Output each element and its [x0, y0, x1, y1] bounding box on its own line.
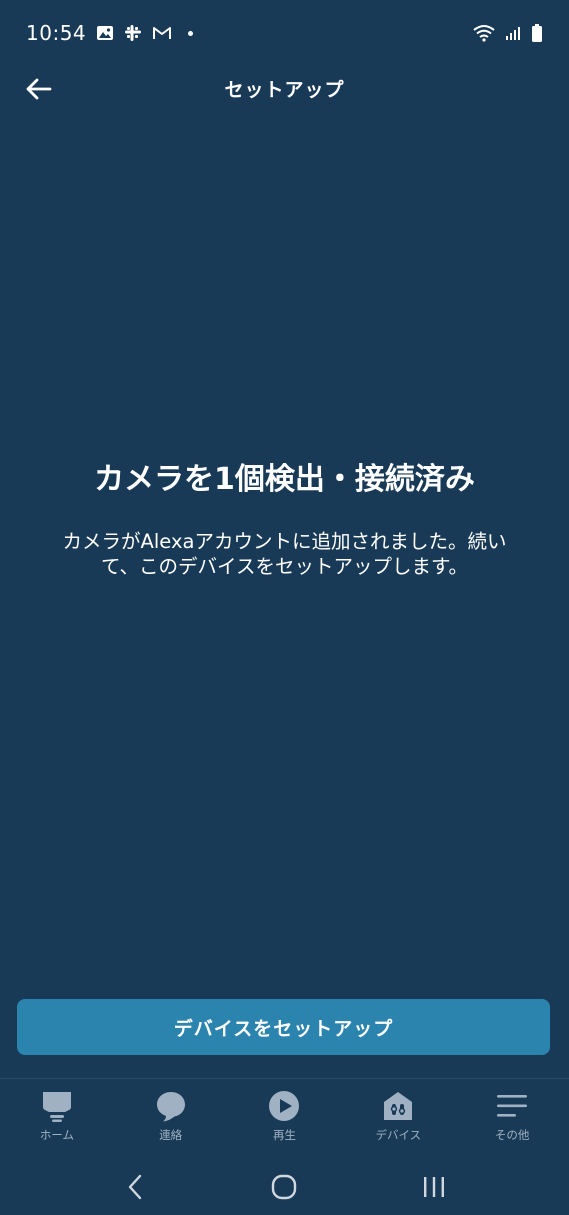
battery-icon — [531, 24, 543, 42]
main-heading: カメラを1個検出・接続済み — [94, 462, 475, 497]
home-circle-icon — [272, 1174, 297, 1199]
nav-item-devices[interactable]: デバイス — [348, 1089, 448, 1143]
nav-label-communicate: 連絡 — [159, 1128, 183, 1142]
chat-bubble-icon — [154, 1089, 188, 1123]
menu-icon — [495, 1089, 529, 1123]
header: セットアップ — [0, 66, 569, 110]
image-icon — [96, 25, 114, 41]
system-home-button[interactable] — [254, 1167, 314, 1207]
status-left: 10:54 — [26, 21, 194, 45]
nav-item-communicate[interactable]: 連絡 — [121, 1089, 221, 1143]
dot-icon — [188, 30, 194, 36]
status-right — [473, 24, 543, 42]
nav-label-more: その他 — [494, 1128, 530, 1142]
system-recents-button[interactable] — [404, 1167, 464, 1207]
home-icon — [40, 1089, 74, 1123]
wifi-icon — [473, 24, 495, 42]
setup-screen: 10:54 セットアップ カメラを1個検出・接続済み カメラがAlexaアカウン… — [0, 0, 569, 1215]
slack-icon — [124, 24, 142, 42]
page-title: セットアップ — [224, 78, 345, 101]
gmail-icon — [152, 25, 172, 41]
play-icon — [267, 1089, 301, 1123]
system-nav-bar — [0, 1158, 569, 1215]
devices-icon — [381, 1089, 415, 1123]
bottom-nav: ホーム 連絡 再生 デバイス その他 — [0, 1078, 569, 1158]
back-chevron-icon — [128, 1174, 142, 1199]
main-content: カメラを1個検出・接続済み カメラがAlexaアカウントに追加されました。続いて… — [0, 460, 569, 579]
arrow-left-icon — [26, 78, 52, 100]
signal-icon — [505, 25, 521, 41]
nav-item-home[interactable]: ホーム — [7, 1089, 107, 1143]
status-time: 10:54 — [26, 21, 87, 45]
nav-label-devices: デバイス — [375, 1128, 422, 1142]
system-back-button[interactable] — [105, 1167, 165, 1207]
nav-label-home: ホーム — [39, 1128, 74, 1142]
nav-item-more[interactable]: その他 — [462, 1089, 562, 1143]
nav-item-play[interactable]: 再生 — [234, 1089, 334, 1143]
status-bar: 10:54 — [0, 0, 569, 66]
nav-label-play: 再生 — [272, 1128, 296, 1142]
main-description: カメラがAlexaアカウントに追加されました。続いて、このデバイスをセットアップ… — [62, 530, 507, 578]
recents-icon — [424, 1176, 445, 1197]
setup-device-button[interactable]: デバイスをセットアップ — [17, 999, 550, 1055]
back-button[interactable] — [22, 72, 56, 106]
